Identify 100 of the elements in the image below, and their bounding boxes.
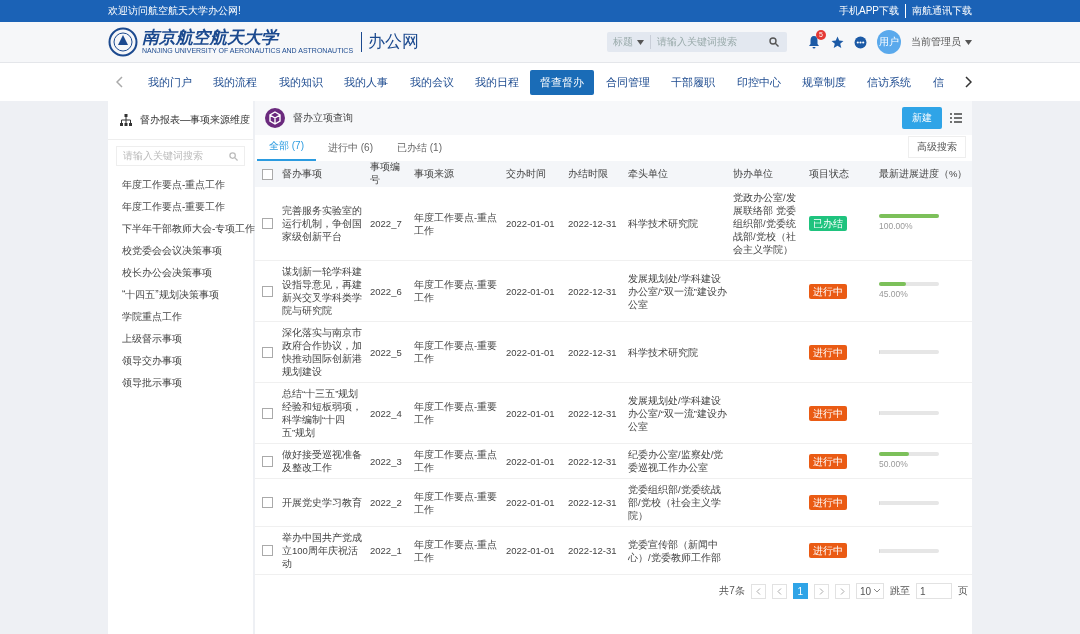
scroll-left-icon[interactable] xyxy=(116,76,124,88)
sidebar-item[interactable]: 下半年干部教师大会-专项工作 xyxy=(108,218,253,240)
user-name[interactable]: 当前管理员 xyxy=(911,35,961,49)
nav-tab[interactable]: 我的人事 xyxy=(334,69,399,95)
nav-tab[interactable]: 我的会议 xyxy=(399,69,464,95)
column-header: 牵头单位 xyxy=(625,161,730,187)
scroll-right-icon[interactable] xyxy=(964,76,972,88)
table-cell: 2022_2 xyxy=(367,478,411,527)
chat-icon[interactable] xyxy=(854,35,867,49)
page-input[interactable]: 1 xyxy=(916,583,952,599)
sidebar-item[interactable]: 上级督示事项 xyxy=(108,328,253,350)
column-header: 项目状态 xyxy=(806,161,876,187)
table-cell: 发展规划处/学科建设办公室/“双一流”建设办公室 xyxy=(625,260,730,322)
column-header: 督办事项 xyxy=(279,161,367,187)
welcome-text: 欢迎访问航空航天大学办公网! xyxy=(108,4,241,18)
caret-icon[interactable] xyxy=(874,589,880,593)
nav-tab[interactable]: 我的知识 xyxy=(268,69,333,95)
caret-icon[interactable] xyxy=(637,39,644,45)
table-cell: 举办中国共产党成立100周年庆祝活动 xyxy=(279,526,367,575)
last-page-button[interactable] xyxy=(834,583,850,599)
site-name: 办公网 xyxy=(361,32,420,52)
nav-tab[interactable]: 干部履职 xyxy=(661,69,726,95)
checkbox[interactable] xyxy=(261,455,273,467)
bell-icon[interactable] xyxy=(807,35,821,49)
table-cell: 谋划新一轮学科建设指导意见，再建新兴交叉学科类学院与研究院 xyxy=(279,260,367,322)
panel-title: 督办报表—事项来源维度 xyxy=(140,113,250,127)
sidebar-item[interactable]: 校党委会会议决策事项 xyxy=(108,240,253,262)
sidebar-item[interactable]: 年度工作要点-重要工作 xyxy=(108,196,253,218)
table-cell: 2022_3 xyxy=(367,443,411,479)
nav-tab[interactable]: 我的流程 xyxy=(203,69,268,95)
nav-tab[interactable]: 我的门户 xyxy=(138,69,202,95)
table-cell: 2022-01-01 xyxy=(503,526,565,575)
table-cell: 党委组织部/党委统战部/党校（社会主义学院） xyxy=(625,478,730,527)
nav-tab[interactable]: 印控中心 xyxy=(726,69,791,95)
org-chart-icon xyxy=(120,114,132,126)
table-cell: 做好接受巡视准备及整改工作 xyxy=(279,443,367,479)
checkbox[interactable] xyxy=(261,168,273,180)
progress-bar xyxy=(879,548,939,553)
nav-tab[interactable]: 信访系统 xyxy=(857,69,922,95)
table-cell: 2022_5 xyxy=(367,321,411,383)
table-cell: 2022-01-01 xyxy=(503,478,565,527)
filter-tab[interactable]: 已办结 (1) xyxy=(385,137,454,161)
status-tag: 进行中 xyxy=(809,543,847,558)
progress-bar xyxy=(879,451,939,456)
checkbox[interactable] xyxy=(261,545,273,556)
advanced-search-button[interactable]: 高级搜索 xyxy=(908,136,966,158)
table-cell: 开展党史学习教育 xyxy=(279,478,367,527)
sidebar-item[interactable]: “十四五”规划决策事项 xyxy=(108,284,253,306)
table-cell: 深化落实与南京市政府合作协议，加快推动国际创新港规划建设 xyxy=(279,321,367,383)
table-cell: 年度工作要点-重要工作 xyxy=(411,382,503,444)
nav-tab[interactable]: 信 xyxy=(922,69,954,95)
table-cell: 发展规划处/学科建设办公室/“双一流”建设办公室 xyxy=(625,382,730,444)
nav-tab[interactable]: 督查督办 xyxy=(530,69,595,95)
search-icon[interactable] xyxy=(769,37,779,47)
checkbox[interactable] xyxy=(261,285,273,297)
caret-icon[interactable] xyxy=(965,39,972,45)
column-header: 办结时限 xyxy=(565,161,625,187)
checkbox[interactable] xyxy=(261,407,273,419)
list-icon[interactable] xyxy=(950,113,962,123)
sidebar-item[interactable]: 校长办公会决策事项 xyxy=(108,262,253,284)
table-cell: 党委宣传部（新闻中心）/党委教师工作部 xyxy=(625,526,730,575)
table-cell: 2022-12-31 xyxy=(565,321,625,383)
chevron-right-icon[interactable] xyxy=(839,587,845,595)
table-cell: 年度工作要点-重点工作 xyxy=(411,187,503,261)
nav-tab[interactable]: 合同管理 xyxy=(595,69,660,95)
page-size-select[interactable]: 10 xyxy=(855,583,884,599)
university-name: 南京航空航天大学 xyxy=(142,29,281,47)
sidebar-item[interactable]: 学院重点工作 xyxy=(108,306,253,328)
table-cell: 2022-01-01 xyxy=(503,382,565,444)
previous-page-button[interactable] xyxy=(771,583,787,599)
star-icon[interactable] xyxy=(831,35,844,49)
checkbox[interactable] xyxy=(261,346,273,358)
next-page-button[interactable] xyxy=(813,583,829,599)
sidebar-item[interactable]: 领导交办事项 xyxy=(108,350,253,372)
filter-tab[interactable]: 进行中 (6) xyxy=(316,137,385,161)
table-cell: 2022-01-01 xyxy=(503,187,565,261)
nav-tab[interactable]: 规章制度 xyxy=(792,69,857,95)
goto-label: 跳至 xyxy=(890,584,910,598)
table-cell: 年度工作要点-重要工作 xyxy=(411,260,503,322)
first-page-button[interactable] xyxy=(750,583,766,599)
download-link[interactable]: 手机APP下载 xyxy=(839,4,899,18)
checkbox[interactable] xyxy=(261,497,273,508)
sidebar-item[interactable]: 领导批示事项 xyxy=(108,372,253,394)
download-link[interactable]: 南航通讯下载 xyxy=(905,4,972,18)
table-cell: 党政办公室/发展联络部 党委组织部/党委统战部/党校（社会主义学院） xyxy=(730,187,806,261)
checkbox[interactable] xyxy=(261,218,273,229)
table-cell: 2022-12-31 xyxy=(565,478,625,527)
progress-reading: 45.00% xyxy=(879,287,909,301)
chevron-left-icon[interactable] xyxy=(776,587,782,595)
chevron-left-icon[interactable] xyxy=(755,587,761,595)
status-tag: 已办结 xyxy=(809,216,847,231)
sidebar-item[interactable]: 年度工作要点-重点工作 xyxy=(108,174,253,196)
panel-title: 督办立项查询 xyxy=(293,111,353,125)
table-cell: 2022-01-01 xyxy=(503,260,565,322)
table-cell: 2022-12-31 xyxy=(565,526,625,575)
column-header: 事项编号 xyxy=(367,161,411,187)
table-cell: 2022-12-31 xyxy=(565,382,625,444)
chevron-right-icon[interactable] xyxy=(818,587,824,595)
table-cell: 年度工作要点-重要工作 xyxy=(411,321,503,383)
nav-tab[interactable]: 我的日程 xyxy=(465,69,530,95)
